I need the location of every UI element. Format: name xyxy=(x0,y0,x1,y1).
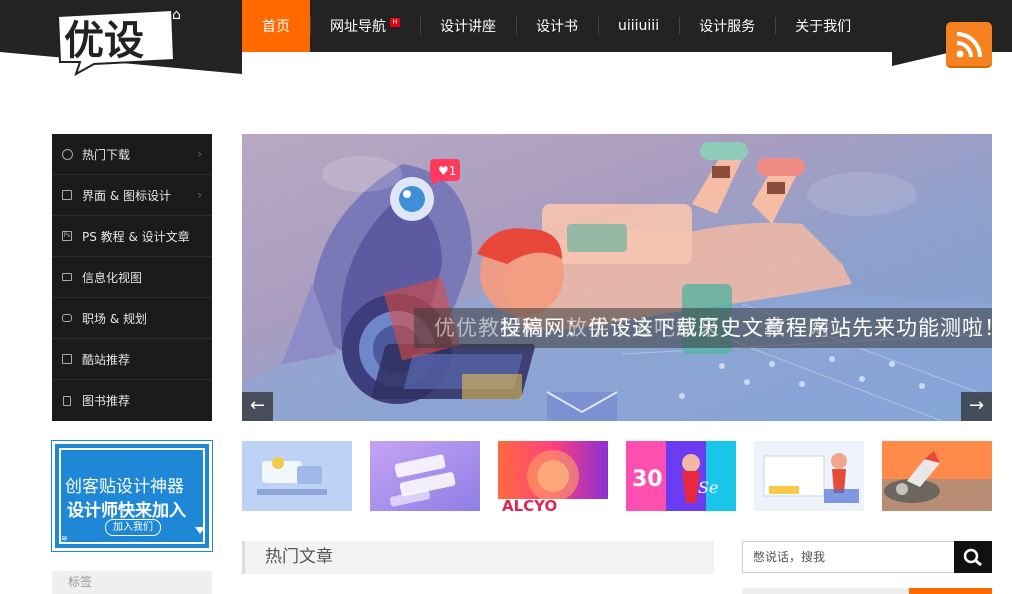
ad-headline: 创客贴设计神器 xyxy=(65,477,184,497)
nav-about-us[interactable]: 关于我们 xyxy=(775,0,871,52)
slide-caption-text: 投稿网：优设这下载历史文章程序站先来功能测啦！ xyxy=(500,316,992,340)
triangle-decoration xyxy=(195,527,205,534)
search-box xyxy=(742,541,992,573)
search-input[interactable] xyxy=(743,542,955,572)
thumbnail-4[interactable]: 30 Se xyxy=(626,441,736,511)
thumbnail-5[interactable] xyxy=(754,441,864,511)
nav-design-books[interactable]: 设计书 xyxy=(516,0,598,52)
slider-prev-button[interactable]: ← xyxy=(242,392,273,421)
ad-subheadline: 设计师快来加入 xyxy=(67,501,186,521)
svg-text:Se: Se xyxy=(698,478,718,497)
download-circle-icon xyxy=(61,148,73,160)
logo-text: 优设 xyxy=(64,18,144,64)
sidebar-item-cool-sites[interactable]: 酷站推荐 xyxy=(52,339,212,380)
featured-slider[interactable]: ♥1 优优教程网：放手下去吧原来史文教程网 投稿网：优设这下载历史文章程序站先来… xyxy=(242,134,992,421)
active-tab-indicator[interactable] xyxy=(909,588,992,594)
arrow-right-icon: → xyxy=(968,395,985,416)
rss-icon xyxy=(956,32,982,58)
nav-site-directory[interactable]: 网址导航 H xyxy=(310,0,420,52)
book-icon xyxy=(61,395,73,407)
sidebar-item-infographics[interactable]: 信息化视图 xyxy=(52,257,212,298)
sidebar-item-book-recommend[interactable]: 图书推荐 xyxy=(52,380,212,421)
svg-text:30: 30 xyxy=(632,467,663,492)
chat-icon xyxy=(61,312,73,324)
main-nav: 首页 网址导航 H 设计讲座 设计书 uiiiuiii 设计服务 关于我们 xyxy=(242,0,871,52)
thumbnail-1[interactable] xyxy=(242,441,352,511)
wave-decoration: ≋ xyxy=(61,534,68,543)
sidebar-item-ps-tutorials[interactable]: Ps PS 教程 & 设计文章 xyxy=(52,216,212,257)
search-icon xyxy=(963,548,982,566)
thumbnail-2[interactable] xyxy=(370,441,480,511)
hot-articles-title: 热门文章 xyxy=(242,541,714,574)
thumbnail-3[interactable]: ALCYO xyxy=(498,441,608,511)
sidebar-item-career[interactable]: 职场 & 规划 xyxy=(52,298,212,339)
nav-uiiiuiii[interactable]: uiiiuiii xyxy=(598,0,679,52)
nav-home[interactable]: 首页 xyxy=(242,0,310,52)
svg-text:ALCYO: ALCYO xyxy=(502,497,557,511)
rss-button[interactable] xyxy=(946,22,992,68)
logo-mark: 优设 xyxy=(56,8,176,76)
thumbnail-strip: ALCYO 30 Se xyxy=(242,441,992,511)
arrow-left-icon: ← xyxy=(249,395,266,416)
sidebar-tabs xyxy=(742,588,992,594)
chuangkit-ad-banner[interactable]: 创客贴设计神器 设计师快来加入 加入我们 ≋ xyxy=(51,440,213,552)
nav-design-lectures[interactable]: 设计讲座 xyxy=(420,0,516,52)
nav-design-services[interactable]: 设计服务 xyxy=(679,0,775,52)
svg-text:♥1: ♥1 xyxy=(438,164,456,178)
category-sidebar: 热门下载 › 界面 & 图标设计 › Ps PS 教程 & 设计文章 信息化视图… xyxy=(52,134,212,421)
tags-section-title: 标签 xyxy=(52,571,212,594)
sidebar-item-ui-icon-design[interactable]: 界面 & 图标设计 › xyxy=(52,175,212,216)
chevron-right-icon: › xyxy=(197,147,202,161)
slide-illustration: ♥1 xyxy=(242,142,992,421)
monitor-icon xyxy=(61,271,73,283)
home-icon: ⌂ xyxy=(172,7,181,23)
search-button[interactable] xyxy=(954,541,992,573)
slider-next-button[interactable]: → xyxy=(961,392,992,421)
sidebar-item-hot-downloads[interactable]: 热门下载 › xyxy=(52,134,212,175)
ps-icon: Ps xyxy=(62,231,72,241)
slide-caption[interactable]: 优优教程网：放手下去吧原来史文教程网 投稿网：优设这下载历史文章程序站先来功能测… xyxy=(414,308,992,348)
layout-icon xyxy=(61,189,73,201)
site-logo[interactable]: 优设 ⌂ xyxy=(0,0,242,80)
chevron-right-icon: › xyxy=(197,188,202,202)
page-icon xyxy=(61,353,73,365)
thumbnail-6[interactable] xyxy=(882,441,992,511)
ad-join-button[interactable]: 加入我们 xyxy=(105,519,161,536)
hot-badge: H xyxy=(390,17,400,27)
